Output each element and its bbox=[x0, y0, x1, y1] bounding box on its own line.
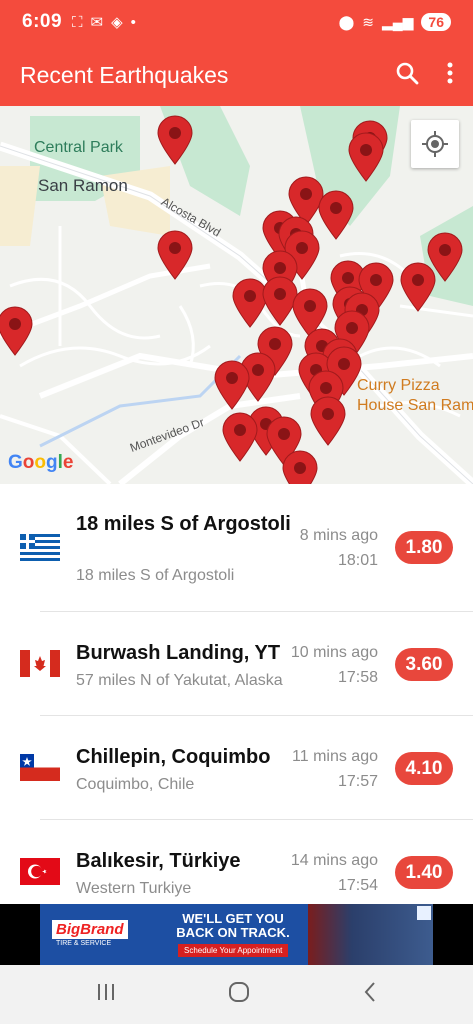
map-label-curry-pizza-2: House San Ram bbox=[357, 397, 473, 414]
map-label-san-ramon: San Ramon bbox=[38, 176, 128, 195]
earthquake-pin-icon[interactable] bbox=[213, 360, 251, 410]
magnitude-badge: 1.40 bbox=[395, 856, 453, 889]
ad-creative[interactable]: BigBrand TIRE & SERVICE WE'LL GET YOU BA… bbox=[40, 904, 433, 965]
ad-cta-button[interactable]: Schedule Your Appointment bbox=[178, 944, 289, 957]
earthquake-pin-icon[interactable] bbox=[309, 396, 347, 446]
magnitude-badge: 1.80 bbox=[395, 531, 453, 564]
earthquake-row[interactable]: Burwash Landing, YT 57 miles N of Yakuta… bbox=[0, 612, 473, 716]
home-icon[interactable] bbox=[227, 980, 251, 1009]
earthquake-subtitle: 57 miles N of Yakutat, Alaska bbox=[76, 672, 283, 689]
earthquake-time: 18:01 bbox=[337, 552, 378, 569]
gmail-icon: ✉ bbox=[90, 14, 104, 31]
system-icons: ⬤ ≋ ▂▄▆ 76 bbox=[339, 13, 451, 31]
earthquake-subtitle: Western Turkiye bbox=[76, 880, 192, 897]
earthquake-row[interactable]: 18 miles S of Argostoli 18 miles S of Ar… bbox=[0, 484, 473, 612]
earthquake-time-ago: 14 mins ago bbox=[290, 852, 378, 869]
earthquake-time: 17:57 bbox=[337, 773, 378, 790]
canada-flag-icon bbox=[20, 650, 60, 677]
search-icon[interactable] bbox=[395, 61, 419, 90]
ad-photo bbox=[308, 904, 433, 965]
earthquake-pin-icon[interactable] bbox=[156, 115, 194, 165]
map-label-curry-pizza: Curry Pizza bbox=[357, 377, 440, 394]
ad-brand-logo: BigBrand bbox=[52, 920, 128, 939]
status-time: 6:09 bbox=[22, 11, 63, 32]
earthquake-time-ago: 10 mins ago bbox=[290, 644, 378, 661]
earthquake-time: 17:54 bbox=[337, 877, 378, 894]
earthquake-pin-icon[interactable] bbox=[281, 450, 319, 484]
earthquake-pin-icon[interactable] bbox=[221, 412, 259, 462]
earthquake-pin-icon[interactable] bbox=[156, 230, 194, 280]
screenshot-icon: ⛶ bbox=[72, 13, 83, 31]
app-bar: Recent Earthquakes bbox=[0, 44, 473, 106]
earthquake-pin-icon[interactable] bbox=[347, 132, 385, 182]
google-logo: Google bbox=[8, 452, 74, 473]
earthquake-title: 18 miles S of Argostoli bbox=[76, 513, 291, 535]
notification-icons: ⛶ ✉ ◈ • bbox=[72, 13, 136, 32]
my-location-button[interactable] bbox=[411, 120, 459, 168]
crosshair-icon bbox=[422, 131, 448, 157]
earthquake-title: Balıkesir, Türkiye bbox=[76, 850, 241, 872]
earthquake-time: 17:58 bbox=[337, 669, 378, 686]
turkey-flag-icon bbox=[20, 858, 60, 885]
magnitude-badge: 4.10 bbox=[395, 752, 453, 785]
status-bar: 6:09 ⛶ ✉ ◈ • ⬤ ≋ ▂▄▆ 76 bbox=[0, 0, 473, 44]
battery-indicator: 76 bbox=[421, 13, 451, 31]
signal-icon: ▂▄▆ bbox=[381, 13, 414, 30]
earthquake-pin-icon[interactable] bbox=[399, 262, 437, 312]
magnitude-badge: 3.60 bbox=[395, 648, 453, 681]
ad-choices-icon[interactable] bbox=[417, 906, 431, 920]
ad-banner[interactable]: BigBrand TIRE & SERVICE WE'LL GET YOU BA… bbox=[0, 904, 473, 965]
location-icon: ⬤ bbox=[338, 13, 355, 30]
earthquake-subtitle: 18 miles S of Argostoli bbox=[76, 567, 235, 584]
earthquake-map[interactable]: Central Park San Ramon Alcosta Blvd Mont… bbox=[0, 106, 473, 484]
earthquake-title: Chillepin, Coquimbo bbox=[76, 746, 271, 768]
app-notification-icon: ◈ bbox=[111, 14, 123, 31]
system-nav-bar bbox=[0, 965, 473, 1024]
ad-headline: WE'LL GET YOU BACK ON TRACK. bbox=[176, 911, 290, 940]
app-title: Recent Earthquakes bbox=[20, 61, 229, 88]
earthquake-title: Burwash Landing, YT bbox=[76, 642, 281, 664]
earthquake-subtitle: Coquimbo, Chile bbox=[76, 776, 195, 793]
earthquake-row[interactable]: Balıkesir, Türkiye Western Turkiye 14 mi… bbox=[0, 820, 473, 904]
earthquake-time-ago: 11 mins ago bbox=[292, 748, 378, 765]
overflow-menu-icon[interactable] bbox=[447, 62, 453, 89]
chile-flag-icon bbox=[20, 754, 60, 781]
wifi-icon: ≋ bbox=[362, 13, 374, 30]
earthquake-list[interactable]: 18 miles S of Argostoli 18 miles S of Ar… bbox=[0, 484, 473, 904]
earthquake-pin-icon[interactable] bbox=[0, 306, 34, 356]
recent-apps-icon[interactable] bbox=[95, 982, 117, 1007]
earthquake-pin-icon[interactable] bbox=[317, 190, 355, 240]
back-icon[interactable] bbox=[362, 981, 378, 1008]
ad-brand-sub: TIRE & SERVICE bbox=[56, 940, 112, 947]
map-label-central-park: Central Park bbox=[34, 139, 123, 156]
dot-icon: • bbox=[130, 13, 136, 31]
greece-flag-icon bbox=[20, 534, 60, 561]
earthquake-time-ago: 8 mins ago bbox=[299, 527, 378, 544]
earthquake-row[interactable]: Chillepin, Coquimbo Coquimbo, Chile 11 m… bbox=[0, 716, 473, 820]
